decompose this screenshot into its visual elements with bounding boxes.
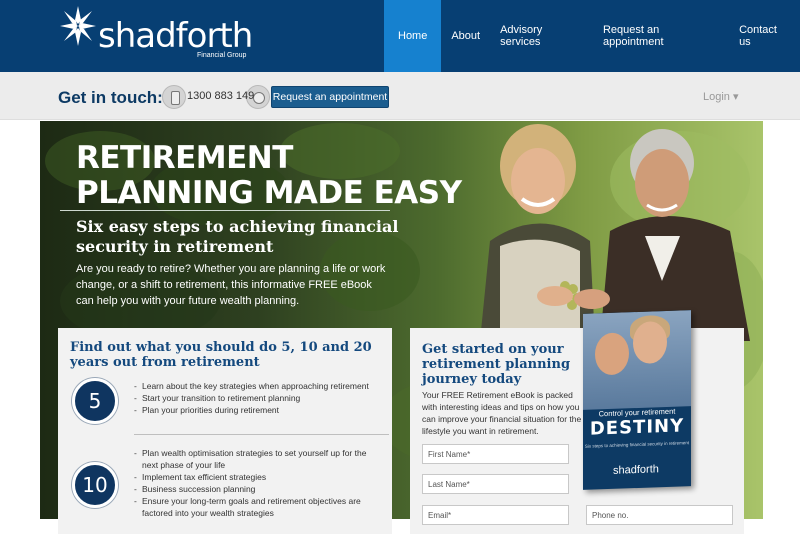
hero-title-line-1: RETIREMENT [76,140,293,176]
couple-photo [480,124,750,341]
ebook-face [595,332,629,376]
signup-description: Your FREE Retirement eBook is packed wit… [422,390,582,436]
hero-title-line-2: PLANNING MADE EASY [76,175,462,211]
hero-title: RETIREMENT PLANNING MADE EASY [76,141,462,211]
hero-divider [60,210,390,211]
nav-about[interactable]: About [441,0,490,72]
last-name-field[interactable]: Last Name* [422,474,569,494]
shadforth-logo[interactable]: shadforth Financial Group [60,4,260,64]
five-years-badge: 5 [72,378,118,424]
timeline-panel: Find out what you should do 5, 10 and 20… [58,328,392,534]
section-divider [134,434,389,435]
top-navbar: shadforth Financial Group Home About Adv… [0,0,800,72]
star-logo-icon [60,6,96,46]
ebook-cover: Control your retirement DESTINY Six step… [583,310,691,490]
hero-subtitle: Six easy steps to achieving financial se… [76,217,399,256]
list-item: Implement tax efficient strategies [134,471,384,483]
first-name-field[interactable]: First Name* [422,444,569,464]
signup-heading: Get started on your retirement planning … [422,342,571,387]
ten-years-list: Plan wealth optimisation strategies to s… [134,447,384,519]
contact-bar: Get in touch: [0,72,800,120]
list-item: Plan your priorities during retirement [134,404,384,416]
list-item: Learn about the key strategies when appr… [134,380,384,392]
ebook-logo: shadforth [613,463,659,477]
logo-wordmark: shadforth [98,16,253,56]
phone-number[interactable]: 1300 883 149 [187,90,254,102]
ebook-title: DESTINY [589,415,685,440]
ebook-cover-photo [583,310,691,410]
list-item: Start your transition to retirement plan… [134,392,384,404]
phone-icon [162,85,186,109]
list-item: Ensure your long-term goals and retireme… [134,495,384,519]
request-appointment-button[interactable]: Request an appointment [271,86,389,108]
nav-contact-us[interactable]: Contact us [729,0,800,72]
logo-subtitle: Financial Group [197,52,247,59]
login-dropdown[interactable]: Login ▾ [703,90,739,103]
ebook-face [633,320,667,365]
timeline-heading: Find out what you should do 5, 10 and 20… [70,340,372,370]
list-item: Business succession planning [134,483,384,495]
ebook-signup-panel: Get started on your retirement planning … [410,328,744,534]
main-nav: Home About Advisory services Request an … [384,0,800,72]
ebook-subtitle: Six steps to achieving financial securit… [584,440,690,449]
get-in-touch-label: Get in touch: [58,88,163,107]
nav-advisory-services[interactable]: Advisory services [490,0,593,72]
phone-field[interactable]: Phone no. [586,505,733,525]
nav-request-appointment[interactable]: Request an appointment [593,0,729,72]
nav-home[interactable]: Home [384,0,442,72]
ten-years-badge: 10 [72,462,118,508]
email-field[interactable]: Email* [422,505,569,525]
five-years-list: Learn about the key strategies when appr… [134,380,384,416]
hero-description: Are you ready to retire? Whether you are… [76,263,386,307]
list-item: Plan wealth optimisation strategies to s… [134,447,384,471]
